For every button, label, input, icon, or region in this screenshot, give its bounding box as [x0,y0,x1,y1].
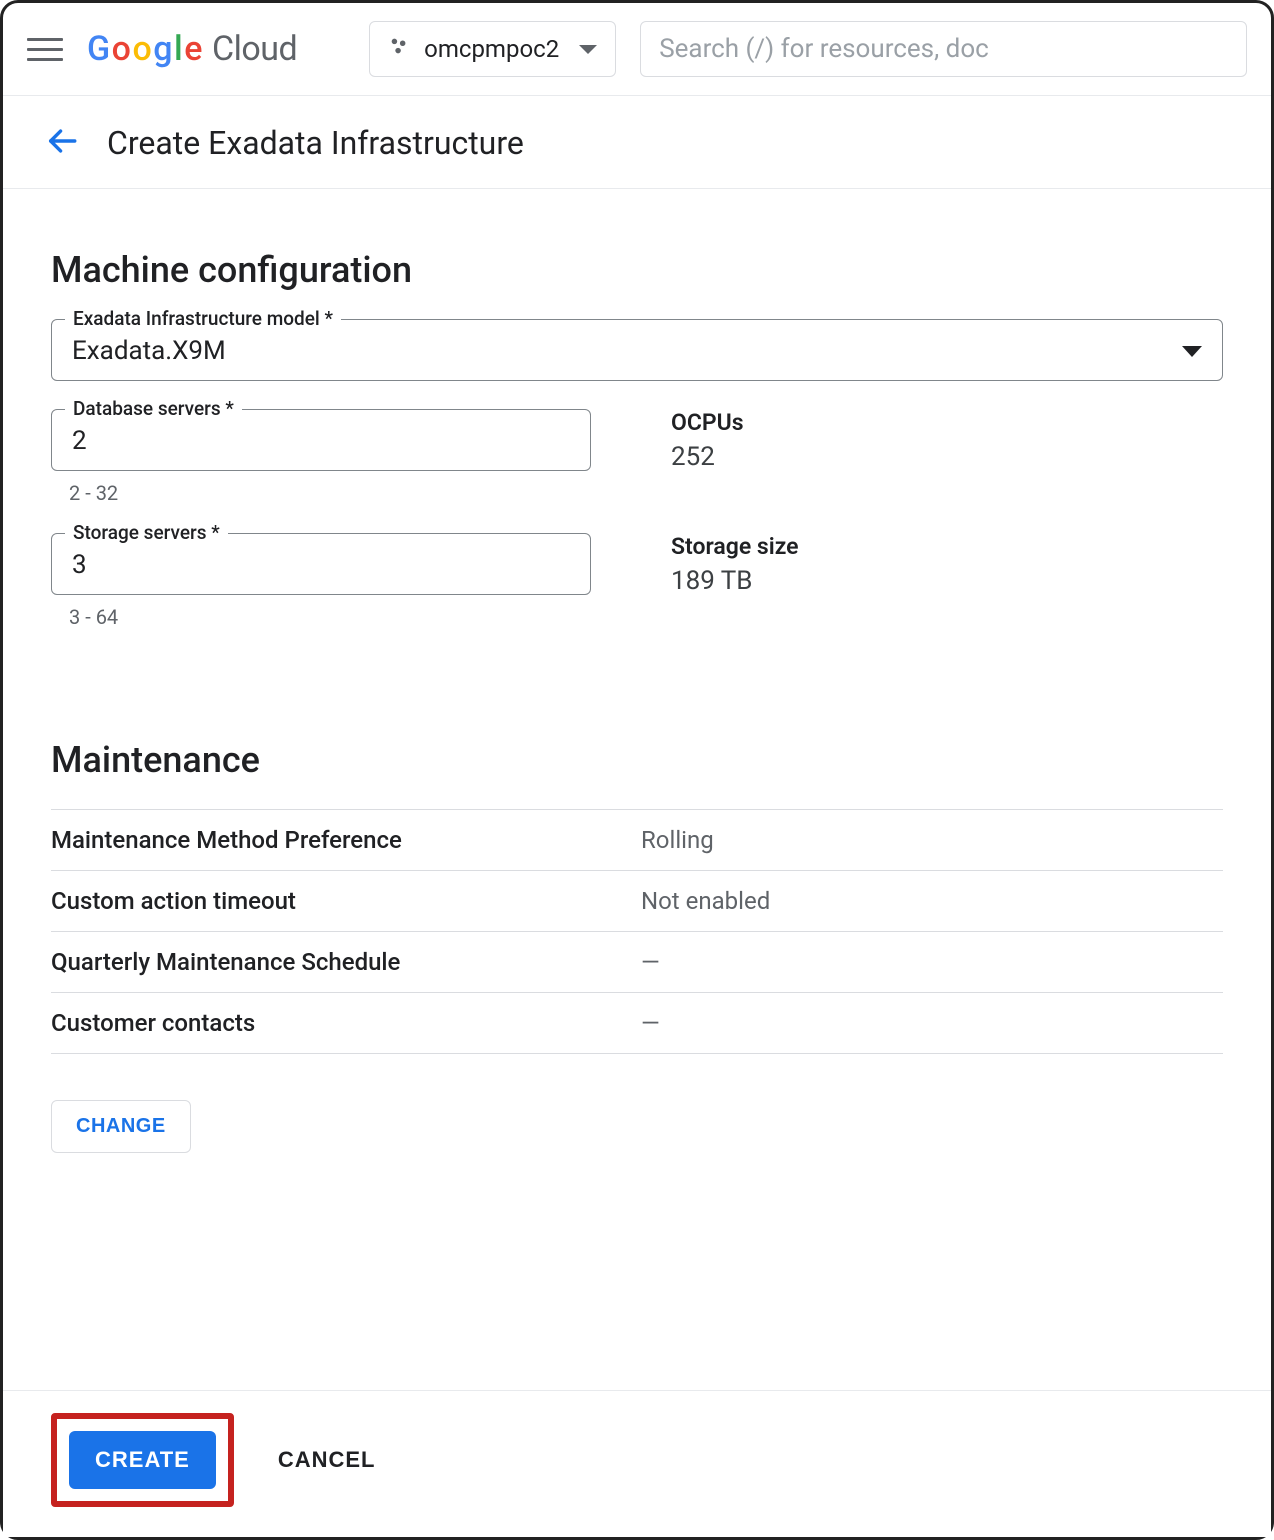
storage-servers-field-wrap: Storage servers * [51,533,591,595]
storage-servers-row: Storage servers * 3 - 64 Storage size 18… [51,533,1223,629]
maintenance-value: — [641,948,660,976]
create-button[interactable]: CREATE [69,1431,216,1489]
ocpus-label: OCPUs [671,409,744,436]
maintenance-label: Customer contacts [51,1009,641,1037]
chevron-down-icon [579,45,597,54]
menu-icon[interactable] [27,31,63,67]
table-row: Quarterly Maintenance Schedule — [51,932,1223,993]
ocpus-value: 252 [671,442,744,472]
maintenance-label: Quarterly Maintenance Schedule [51,948,641,976]
model-field-label: Exadata Infrastructure model * [65,307,341,330]
project-icon [388,35,410,63]
google-cloud-logo: GoogleCloud [87,29,297,69]
storage-servers-input[interactable] [72,550,570,580]
maintenance-title: Maintenance [51,739,1223,781]
cancel-button[interactable]: CANCEL [278,1447,376,1473]
maintenance-table: Maintenance Method Preference Rolling Cu… [51,809,1223,1054]
machine-config-title: Machine configuration [51,249,1223,291]
footer-actions: CREATE CANCEL [3,1390,1271,1537]
maintenance-value: Not enabled [641,887,770,915]
project-selector[interactable]: omcpmpoc2 [369,21,616,77]
back-arrow-icon[interactable] [45,124,79,162]
create-button-highlight: CREATE [51,1413,234,1507]
search-placeholder: Search (/) for resources, doc [659,34,989,64]
model-field-wrap: Exadata Infrastructure model * Exadata.X… [51,319,1223,381]
storage-size-label: Storage size [671,533,799,560]
change-button[interactable]: CHANGE [51,1100,191,1153]
db-servers-label: Database servers * [65,397,242,420]
storage-servers-helper: 3 - 64 [69,605,591,629]
db-servers-row: Database servers * 2 - 32 OCPUs 252 [51,409,1223,505]
maintenance-label: Maintenance Method Preference [51,826,641,854]
page-title: Create Exadata Infrastructure [107,124,524,162]
table-row: Custom action timeout Not enabled [51,871,1223,932]
page-titlebar: Create Exadata Infrastructure [3,96,1271,189]
maintenance-value: — [641,1009,660,1037]
maintenance-value: Rolling [641,826,714,854]
maintenance-label: Custom action timeout [51,887,641,915]
storage-size-value: 189 TB [671,566,799,596]
db-servers-field-wrap: Database servers * [51,409,591,471]
chevron-down-icon [1182,346,1202,357]
content: Machine configuration Exadata Infrastruc… [3,189,1271,1153]
project-name: omcpmpoc2 [424,35,559,63]
app-header: GoogleCloud omcpmpoc2 Search (/) for res… [3,3,1271,96]
db-servers-input[interactable] [72,426,570,456]
model-value: Exadata.X9M [72,336,226,366]
table-row: Maintenance Method Preference Rolling [51,810,1223,871]
table-row: Customer contacts — [51,993,1223,1054]
db-servers-helper: 2 - 32 [69,481,591,505]
storage-servers-label: Storage servers * [65,521,228,544]
search-input[interactable]: Search (/) for resources, doc [640,21,1247,77]
